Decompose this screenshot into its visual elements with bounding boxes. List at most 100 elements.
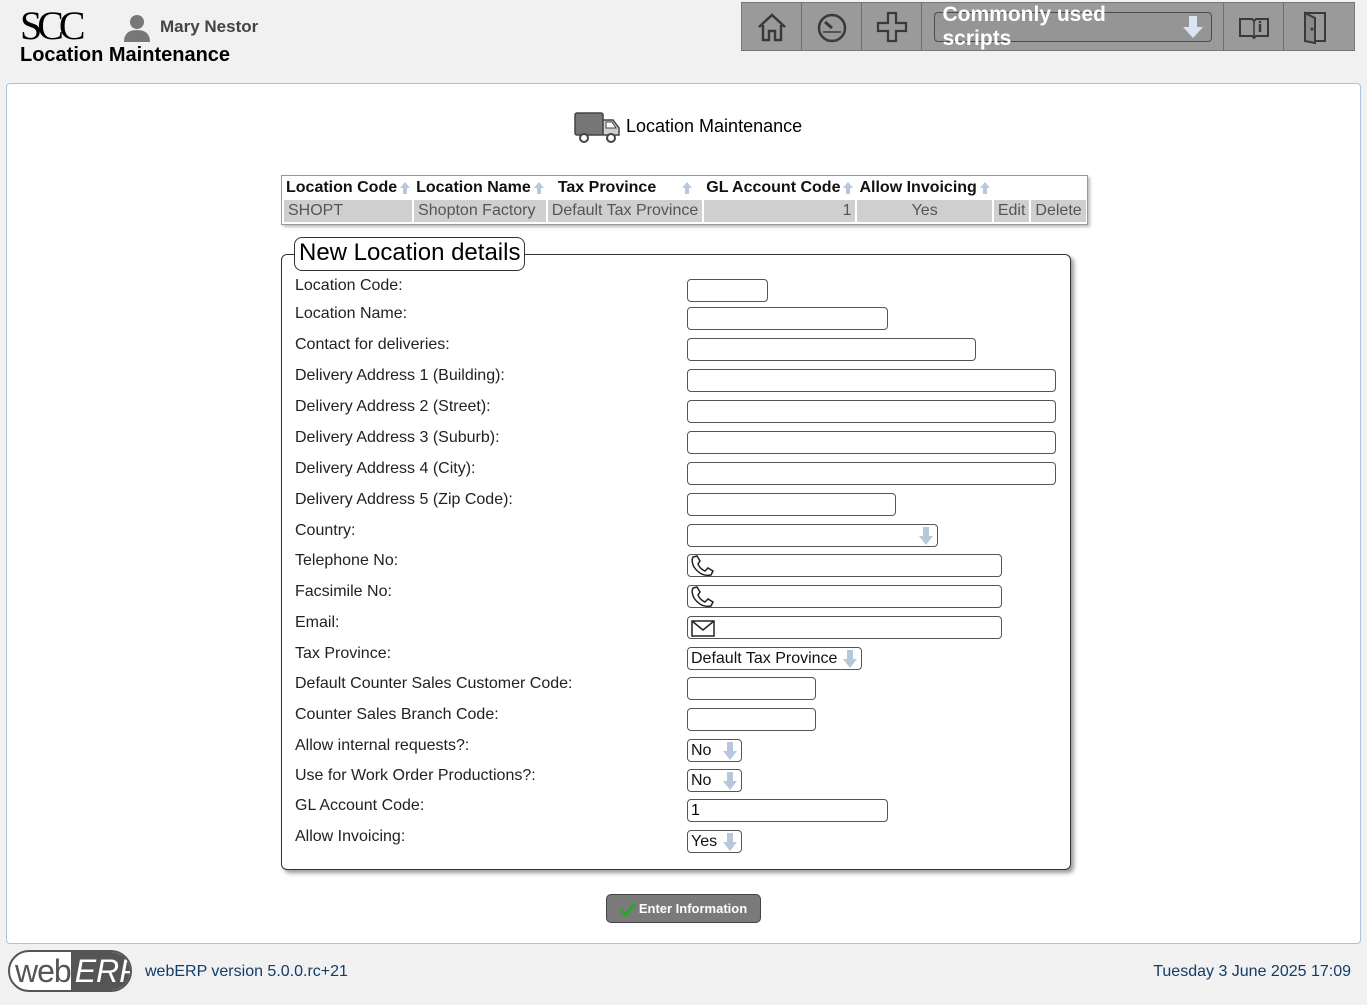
row-contact: Contact for deliveries: [282, 336, 1070, 366]
sort-arrow-icon [533, 181, 544, 194]
arrow-down-icon [723, 833, 737, 851]
counter-branch-input[interactable] [687, 708, 816, 731]
speedometer-icon [817, 13, 846, 42]
address-5-input[interactable] [687, 493, 896, 516]
address-2-input[interactable] [687, 400, 1056, 423]
fieldset-legend: New Location details [294, 237, 526, 271]
row-counter-customer: Default Counter Sales Customer Code: [282, 675, 1070, 705]
header: SCC Mary Nestor Location Maintenance Com… [0, 0, 1367, 82]
gl-account-input[interactable]: 1 [687, 799, 888, 822]
add-button[interactable] [862, 3, 922, 50]
row-country: Country: [282, 522, 1070, 552]
row-tax-province: Tax Province: Default Tax Province [282, 645, 1070, 675]
header-allow-invoicing[interactable]: Allow Invoicing [857, 178, 991, 198]
address-4-input[interactable] [687, 462, 1056, 485]
tax-province-value: Default Tax Province [691, 650, 838, 667]
cell-tax-province: Default Tax Province [547, 200, 703, 222]
country-select[interactable] [687, 524, 938, 547]
delete-link[interactable]: Delete [1031, 200, 1086, 222]
user-name[interactable]: Mary Nestor [160, 17, 258, 37]
cell-gl-account: 1 [704, 200, 856, 222]
row-email: Email: [282, 614, 1070, 644]
row-gl-account: GL Account Code: 1 [282, 797, 1070, 827]
work-orders-value: No [691, 772, 712, 789]
edit-link[interactable]: Edit [993, 200, 1030, 222]
dashboard-button[interactable] [802, 3, 862, 50]
address-1-input[interactable] [687, 369, 1056, 392]
location-name-input[interactable] [687, 307, 888, 330]
label-gl-account: GL Account Code: [295, 797, 425, 814]
sort-arrow-icon [843, 181, 854, 194]
table-row: SHOPT Shopton Factory Default Tax Provin… [284, 200, 1086, 222]
row-location-code: Location Code: [282, 277, 1070, 307]
tax-province-select[interactable]: Default Tax Province [687, 647, 862, 670]
row-telephone: Telephone No: [282, 552, 1070, 582]
label-allow-invoicing: Allow Invoicing: [295, 828, 406, 845]
label-telephone: Telephone No: [295, 552, 399, 569]
toolbar: Commonly used scripts [741, 2, 1355, 51]
row-address-2: Delivery Address 2 (Street): [282, 398, 1070, 428]
allow-invoicing-select[interactable]: Yes [687, 830, 742, 853]
enter-information-button[interactable]: Enter Information [606, 894, 761, 923]
plus-icon [876, 11, 907, 42]
enter-information-label: Enter Information [638, 901, 748, 916]
row-allow-invoicing: Allow Invoicing: Yes [282, 828, 1070, 858]
address-3-input[interactable] [687, 431, 1056, 454]
work-orders-select[interactable]: No [687, 769, 742, 792]
label-address-4: Delivery Address 4 (City): [295, 460, 476, 477]
row-work-orders: Use for Work Order Productions?: No [282, 767, 1070, 797]
arrow-down-icon [723, 742, 737, 760]
label-fax: Facsimile No: [295, 583, 392, 600]
arrow-down-icon [723, 772, 737, 790]
label-address-1: Delivery Address 1 (Building): [295, 367, 505, 384]
location-code-input[interactable] [687, 279, 768, 302]
phone-icon [691, 554, 714, 576]
fax-input[interactable] [687, 585, 1002, 608]
cell-location-code: SHOPT [284, 200, 413, 222]
phone-icon [691, 585, 714, 607]
home-icon [757, 12, 786, 41]
header-gl-account-code[interactable]: GL Account Code [704, 178, 855, 198]
exit-door-icon [1304, 10, 1326, 44]
truck-icon [574, 112, 620, 143]
locations-table: Location Code Location Name Tax Province… [281, 175, 1088, 225]
row-address-3: Delivery Address 3 (Suburb): [282, 429, 1070, 459]
label-counter-branch: Counter Sales Branch Code: [295, 706, 499, 723]
label-address-3: Delivery Address 3 (Suburb): [295, 429, 500, 446]
label-work-orders: Use for Work Order Productions?: [295, 767, 536, 784]
logout-button[interactable] [1284, 3, 1344, 50]
label-country: Country: [295, 522, 356, 539]
contact-input[interactable] [687, 338, 976, 361]
company-logo: SCC [20, 3, 86, 48]
weberp-logo[interactable]: web ERP [8, 950, 132, 992]
label-contact: Contact for deliveries: [295, 336, 450, 353]
page-title-row: Location Maintenance [573, 108, 802, 144]
label-address-5: Delivery Address 5 (Zip Code): [295, 491, 513, 508]
telephone-input[interactable] [687, 554, 1002, 577]
internal-requests-select[interactable]: No [687, 739, 742, 762]
counter-customer-input[interactable] [687, 677, 816, 700]
row-address-1: Delivery Address 1 (Building): [282, 367, 1070, 397]
arrow-down-icon [1182, 15, 1203, 38]
label-location-code: Location Code: [295, 277, 403, 294]
book-icon [1238, 17, 1269, 39]
scripts-cell: Commonly used scripts [922, 3, 1224, 50]
sort-arrow-icon [400, 181, 411, 194]
header-tax-province[interactable]: Tax Province [548, 178, 702, 198]
sort-arrow-icon [979, 181, 990, 194]
email-input[interactable] [687, 616, 1002, 639]
checkmark-icon [619, 901, 636, 917]
row-address-5: Delivery Address 5 (Zip Code): [282, 491, 1070, 521]
manual-button[interactable] [1224, 3, 1284, 50]
commonly-used-scripts-select[interactable]: Commonly used scripts [933, 3, 1212, 50]
header-location-name[interactable]: Location Name [414, 178, 546, 198]
logo-erp: ERP [70, 952, 130, 990]
row-fax: Facsimile No: [282, 583, 1070, 613]
arrow-down-icon [919, 527, 933, 545]
label-location-name: Location Name: [295, 305, 408, 322]
header-location-code[interactable]: Location Code [284, 178, 412, 198]
scripts-label: Commonly used scripts [942, 2, 1106, 50]
label-tax-province: Tax Province: [295, 645, 392, 662]
home-button[interactable] [742, 3, 802, 50]
arrow-down-icon [843, 650, 857, 668]
